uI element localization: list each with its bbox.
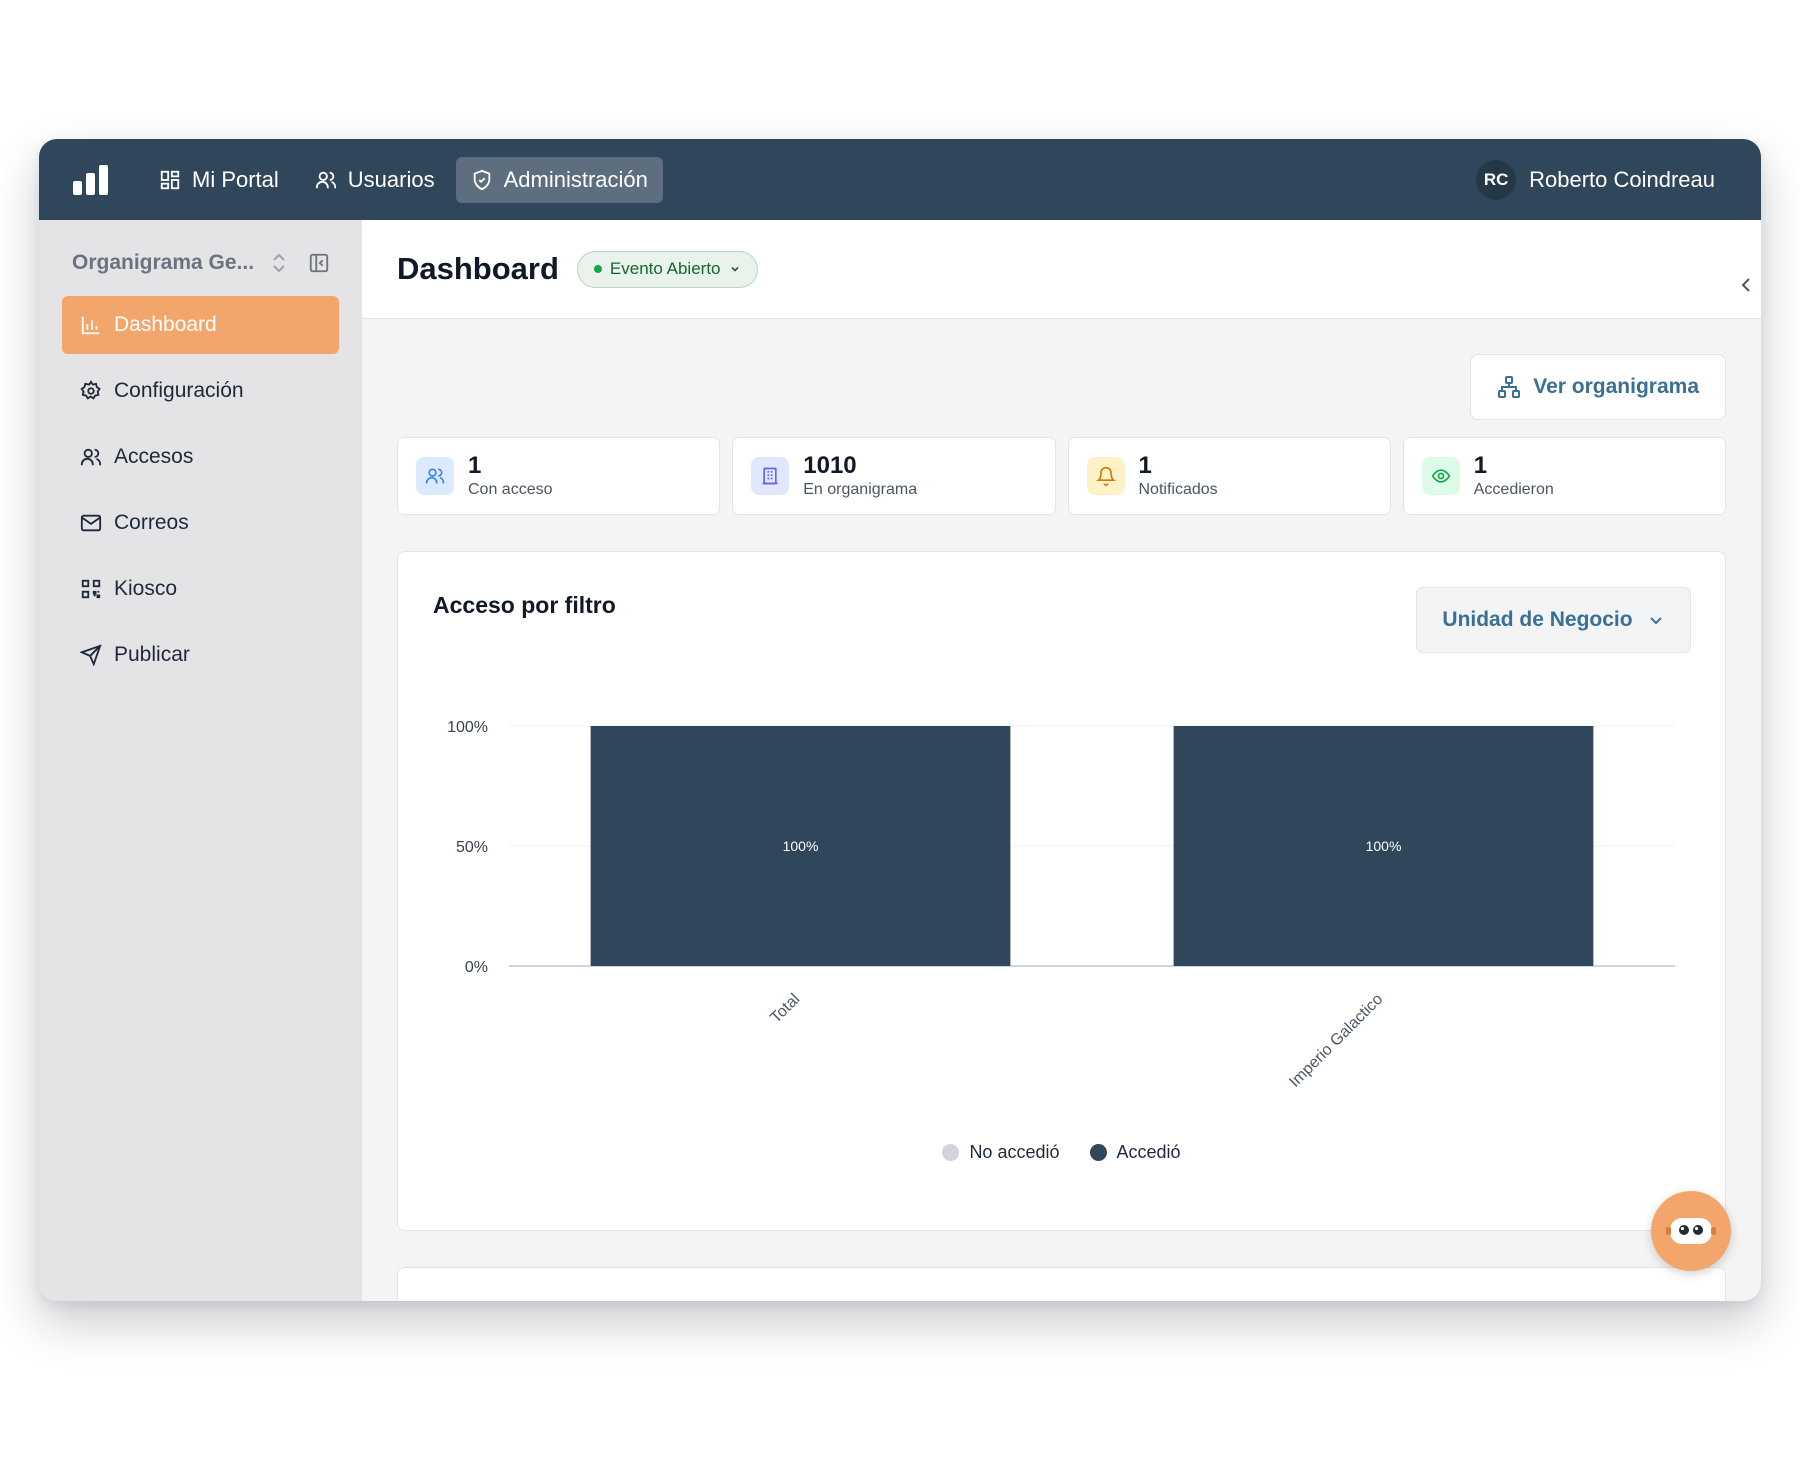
main-content: Dashboard Evento Abierto Ver organigrama… — [362, 220, 1761, 1301]
page-header: Dashboard Evento Abierto — [362, 220, 1761, 319]
filter-select-label: Unidad de Negocio — [1442, 608, 1633, 631]
organigrama-selector[interactable]: Organigrama Ge... — [62, 242, 339, 284]
sidebar-item-label: Publicar — [114, 643, 190, 666]
app-window: Mi Portal Usuarios Administración RC Rob… — [39, 139, 1761, 1301]
chevron-down-icon — [1649, 617, 1662, 625]
stat-label: Notificados — [1138, 481, 1218, 498]
mail-icon — [80, 514, 102, 532]
x-tick-label: Total — [767, 991, 803, 1027]
sidebar-item-label: Configuración — [114, 379, 244, 402]
user-menu[interactable]: RC Roberto Coindreau — [1476, 159, 1727, 200]
sidebar-item-label: Accesos — [114, 445, 194, 468]
stat-value: 1 — [468, 452, 482, 479]
chevrons-up-down-icon — [273, 253, 285, 273]
qr-code-icon — [81, 579, 101, 599]
view-organigrama-button[interactable]: Ver organigrama — [1470, 354, 1726, 420]
stat-con-acceso: 1 Con acceso — [397, 437, 721, 515]
nav-administracion[interactable]: Administración — [455, 156, 663, 203]
top-navbar: Mi Portal Usuarios Administración RC Rob… — [39, 139, 1761, 220]
bell-icon — [1086, 457, 1125, 495]
stat-accedieron: 1 Accedieron — [1402, 437, 1726, 515]
nav-label: Mi Portal — [192, 166, 279, 192]
legend-label: No accedió — [969, 1142, 1060, 1162]
chart-title: Acceso por filtro — [433, 592, 616, 618]
sidebar-item-label: Kiosco — [114, 577, 178, 600]
bar-data-label: 100% — [783, 838, 819, 854]
stat-label: Accedieron — [1473, 481, 1554, 498]
robot-icon — [1666, 1218, 1716, 1244]
users-icon — [80, 448, 102, 466]
y-tick-label: 100% — [447, 719, 488, 736]
panel-collapse-icon[interactable] — [308, 252, 330, 274]
action-row: Ver organigrama — [362, 319, 1761, 422]
filter-select[interactable]: Unidad de Negocio — [1416, 587, 1691, 653]
status-dot — [593, 265, 602, 273]
sidebar-item-kiosco[interactable]: Kiosco — [62, 560, 339, 618]
building-icon — [751, 457, 790, 495]
stat-value: 1 — [1473, 452, 1488, 479]
chevron-down-icon — [730, 266, 739, 272]
stat-value: 1 — [1138, 452, 1152, 479]
bar-data-label: 100% — [1366, 838, 1402, 854]
sidebar-item-accesos[interactable]: Accesos — [62, 428, 339, 486]
view-organigrama-label: Ver organigrama — [1533, 375, 1699, 398]
organigrama-title: Organigrama Ge... — [72, 251, 255, 274]
users-icon — [315, 171, 336, 188]
page-title: Dashboard — [397, 251, 559, 286]
stats-row: 1 Con acceso 1010 En organigrama 1 Notif… — [362, 437, 1761, 515]
nav-label: Usuarios — [347, 166, 435, 192]
user-name: Roberto Coindreau — [1529, 166, 1715, 192]
sidebar-item-correos[interactable]: Correos — [62, 494, 339, 552]
chevron-left-icon[interactable] — [1739, 276, 1753, 294]
chatbot-button[interactable] — [1651, 1191, 1731, 1271]
sidebar: Organigrama Ge... Dashboard Configuració… — [39, 220, 362, 1301]
eye-icon — [1421, 457, 1460, 495]
y-tick-label: 0% — [465, 959, 488, 976]
next-card — [397, 1267, 1726, 1301]
org-chart-icon — [1498, 376, 1521, 398]
stat-label: Con acceso — [468, 481, 553, 498]
legend-swatch — [1089, 1144, 1107, 1161]
bar-chart: 0% 50% 100% 100% Total 100% Imperio Galactico — [447, 719, 1675, 1091]
avatar: RC — [1476, 159, 1517, 200]
sidebar-item-label: Dashboard — [114, 313, 217, 336]
legend-item-accedio[interactable]: Accedió — [1089, 1142, 1181, 1163]
sidebar-item-label: Correos — [114, 511, 189, 534]
app-logo[interactable] — [73, 164, 108, 195]
users-icon — [416, 457, 454, 495]
stat-notificados: 1 Notificados — [1067, 437, 1391, 515]
nav-usuarios[interactable]: Usuarios — [300, 157, 450, 203]
status-badge[interactable]: Evento Abierto — [576, 250, 758, 288]
shield-icon — [473, 169, 490, 190]
sidebar-item-dashboard[interactable]: Dashboard — [62, 296, 339, 354]
chart-legend: No accedió Accedió — [398, 1142, 1725, 1163]
gear-icon — [80, 380, 101, 400]
y-tick-label: 50% — [456, 839, 488, 856]
legend-swatch — [942, 1144, 960, 1161]
chart-card: 0% 50% 100% 100% Total 100% Imperio Galactico … — [397, 551, 1726, 1231]
sidebar-item-configuracion[interactable]: Configuración — [62, 362, 339, 420]
bar-chart-icon — [81, 316, 100, 335]
send-icon — [80, 644, 102, 666]
nav-mi-portal[interactable]: Mi Portal — [144, 157, 294, 203]
legend-item-no-accedio[interactable]: No accedió — [942, 1142, 1060, 1163]
nav-label: Administración — [503, 166, 648, 192]
status-label: Evento Abierto — [609, 259, 721, 278]
x-tick-label: Imperio Galactico — [1286, 991, 1386, 1091]
sidebar-item-publicar[interactable]: Publicar — [62, 626, 339, 684]
stat-value: 1010 — [803, 452, 857, 479]
legend-label: Accedió — [1116, 1142, 1181, 1162]
stat-en-organigrama: 1010 En organigrama — [732, 437, 1056, 515]
grid-icon — [160, 170, 180, 189]
stat-label: En organigrama — [803, 481, 918, 498]
